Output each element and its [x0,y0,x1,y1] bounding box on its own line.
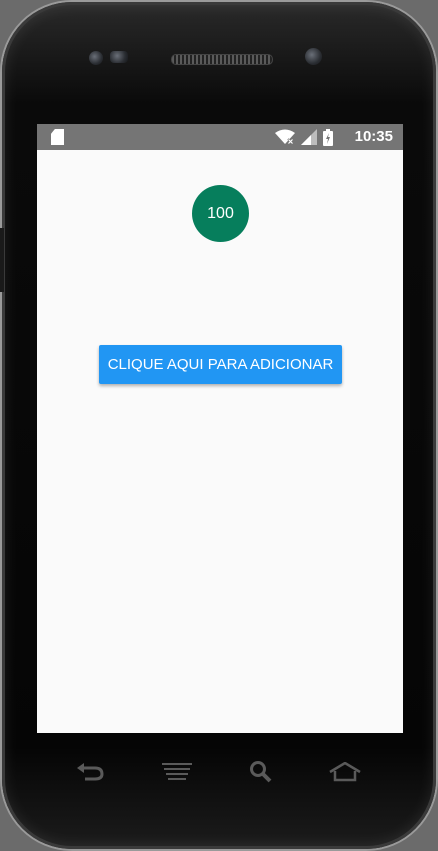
battery-icon [323,128,333,146]
signal-icon [301,129,317,145]
counter-badge: 100 [192,185,249,242]
app-screen: 10:35 100 CLIQUE AQUI PARA ADICIONAR [37,124,403,733]
add-button-label: CLIQUE AQUI PARA ADICIONAR [107,356,334,373]
side-volume-button[interactable] [0,228,4,292]
back-icon [77,763,104,781]
front-camera [305,48,322,65]
home-icon [329,762,361,782]
menu-icon [162,763,192,780]
status-icons [275,128,333,146]
status-clock: 10:35 [354,128,393,145]
proximity-sensor [89,51,103,65]
search-button[interactable] [245,757,277,787]
search-icon [250,761,272,783]
phone-frame: 10:35 100 CLIQUE AQUI PARA ADICIONAR [2,2,436,849]
earpiece-speaker [171,54,273,65]
sd-card-icon [51,129,64,145]
back-button[interactable] [75,757,107,787]
menu-button[interactable] [161,757,193,787]
light-sensor [110,51,128,63]
add-button[interactable]: CLIQUE AQUI PARA ADICIONAR [99,345,342,384]
status-bar: 10:35 [37,124,403,150]
counter-value: 100 [207,204,234,222]
hardware-nav-bar [37,747,403,797]
wifi-icon [275,129,295,145]
home-button[interactable] [329,757,361,787]
